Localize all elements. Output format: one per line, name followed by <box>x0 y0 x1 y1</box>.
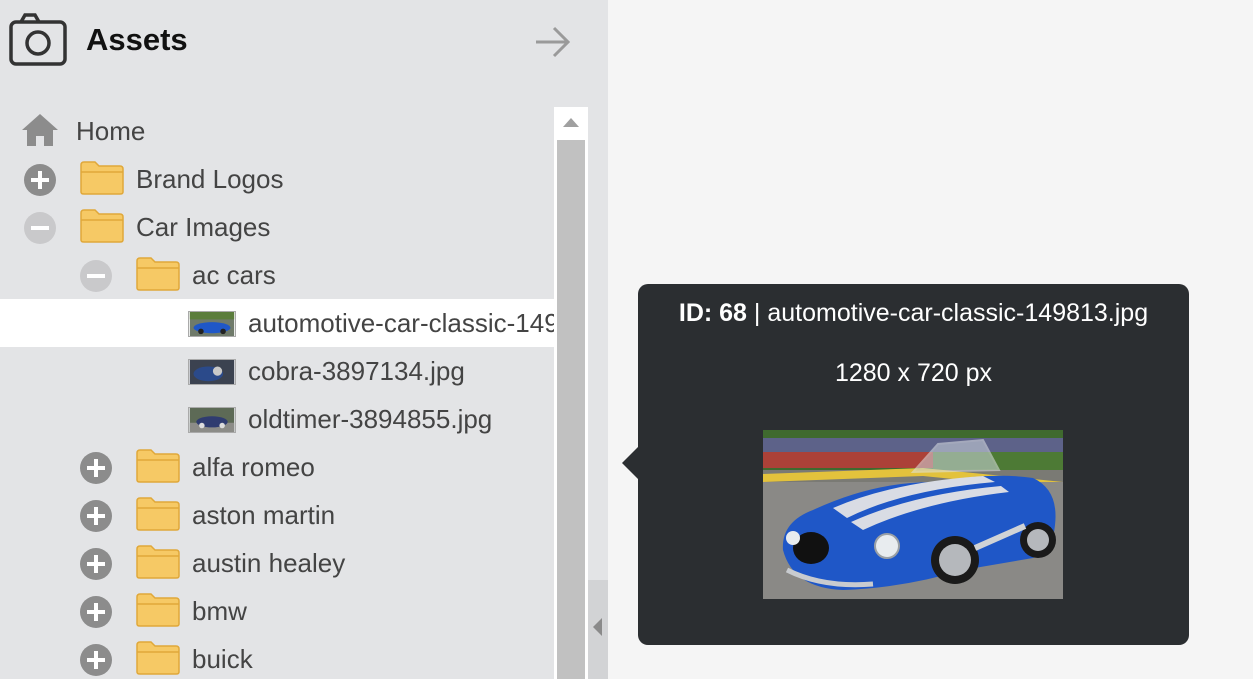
folder-icon <box>136 449 180 483</box>
tree-item-label: Brand Logos <box>136 164 284 194</box>
tree-scrollbar[interactable] <box>554 107 588 679</box>
tree-item-ac-cars[interactable]: ac cars <box>0 251 554 299</box>
expand-icon[interactable] <box>80 500 112 532</box>
tree-item-brand-logos[interactable]: Brand Logos <box>0 155 554 203</box>
expand-icon[interactable] <box>80 644 112 676</box>
tree-item-alfa-romeo[interactable]: alfa romeo <box>0 443 554 491</box>
folder-icon <box>136 545 180 579</box>
panel-header: Assets <box>0 0 608 84</box>
tooltip-dimensions: 1280 x 720 px <box>834 359 993 387</box>
arrow-right-icon[interactable] <box>534 25 572 59</box>
tree-item-label: automotive-car-classic-149813.jpg <box>248 308 554 338</box>
tree-item-automotive-car-classic[interactable]: automotive-car-classic-149813.jpg <box>0 299 554 347</box>
camera-icon <box>9 13 67 66</box>
tree-item-cobra[interactable]: cobra-3897134.jpg <box>0 347 554 395</box>
folder-icon <box>136 593 180 627</box>
image-thumbnail <box>188 359 236 385</box>
tree-item-label: Home <box>76 116 146 146</box>
image-thumbnail <box>188 407 236 433</box>
tree-item-home[interactable]: Home <box>0 107 554 155</box>
image-preview <box>763 430 1063 599</box>
tooltip-separator: | <box>753 299 761 327</box>
expand-icon[interactable] <box>80 452 112 484</box>
assets-panel: Assets Home Brand Logos Car Images ac ca… <box>0 0 608 679</box>
folder-icon <box>136 497 180 531</box>
folder-icon <box>80 161 124 195</box>
image-preview-tooltip: ID: 68 | automotive-car-classic-149813.j… <box>622 284 1189 645</box>
tree-item-aston-martin[interactable]: aston martin <box>0 491 554 539</box>
collapse-icon[interactable] <box>24 212 56 244</box>
panel-collapse-handle[interactable] <box>588 580 608 679</box>
tree-item-austin-healey[interactable]: austin healey <box>0 539 554 587</box>
tree-item-label: buick <box>192 644 253 674</box>
tree-item-label: austin healey <box>192 548 346 578</box>
folder-icon <box>136 257 180 291</box>
home-icon <box>22 114 58 146</box>
scroll-thumb[interactable] <box>557 140 585 679</box>
tree-item-label: Car Images <box>136 212 271 242</box>
folder-icon <box>80 209 124 243</box>
tree-item-buick[interactable]: buick <box>0 635 554 679</box>
scroll-up-arrow-icon[interactable] <box>554 107 588 140</box>
tree-item-bmw[interactable]: bmw <box>0 587 554 635</box>
expand-icon[interactable] <box>80 548 112 580</box>
expand-icon[interactable] <box>24 164 56 196</box>
tooltip-id: ID: 68 <box>678 299 747 327</box>
tooltip-title: ID: 68 | automotive-car-classic-149813.j… <box>638 299 1189 328</box>
tree-item-label: ac cars <box>192 260 276 290</box>
image-thumbnail <box>188 311 236 337</box>
expand-icon[interactable] <box>80 596 112 628</box>
folder-icon <box>136 641 180 675</box>
tree-item-label: oldtimer-3894855.jpg <box>248 404 493 434</box>
panel-title: Assets <box>86 22 188 57</box>
collapse-icon[interactable] <box>80 260 112 292</box>
asset-tree: Home Brand Logos Car Images ac cars auto… <box>0 107 554 679</box>
tree-item-label: alfa romeo <box>192 452 315 482</box>
tree-item-oldtimer[interactable]: oldtimer-3894855.jpg <box>0 395 554 443</box>
tree-item-label: bmw <box>192 596 247 626</box>
tree-item-label: cobra-3897134.jpg <box>248 356 465 386</box>
tooltip-filename: automotive-car-classic-149813.jpg <box>767 299 1149 327</box>
tree-item-label: aston martin <box>192 500 336 530</box>
tree-item-car-images[interactable]: Car Images <box>0 203 554 251</box>
